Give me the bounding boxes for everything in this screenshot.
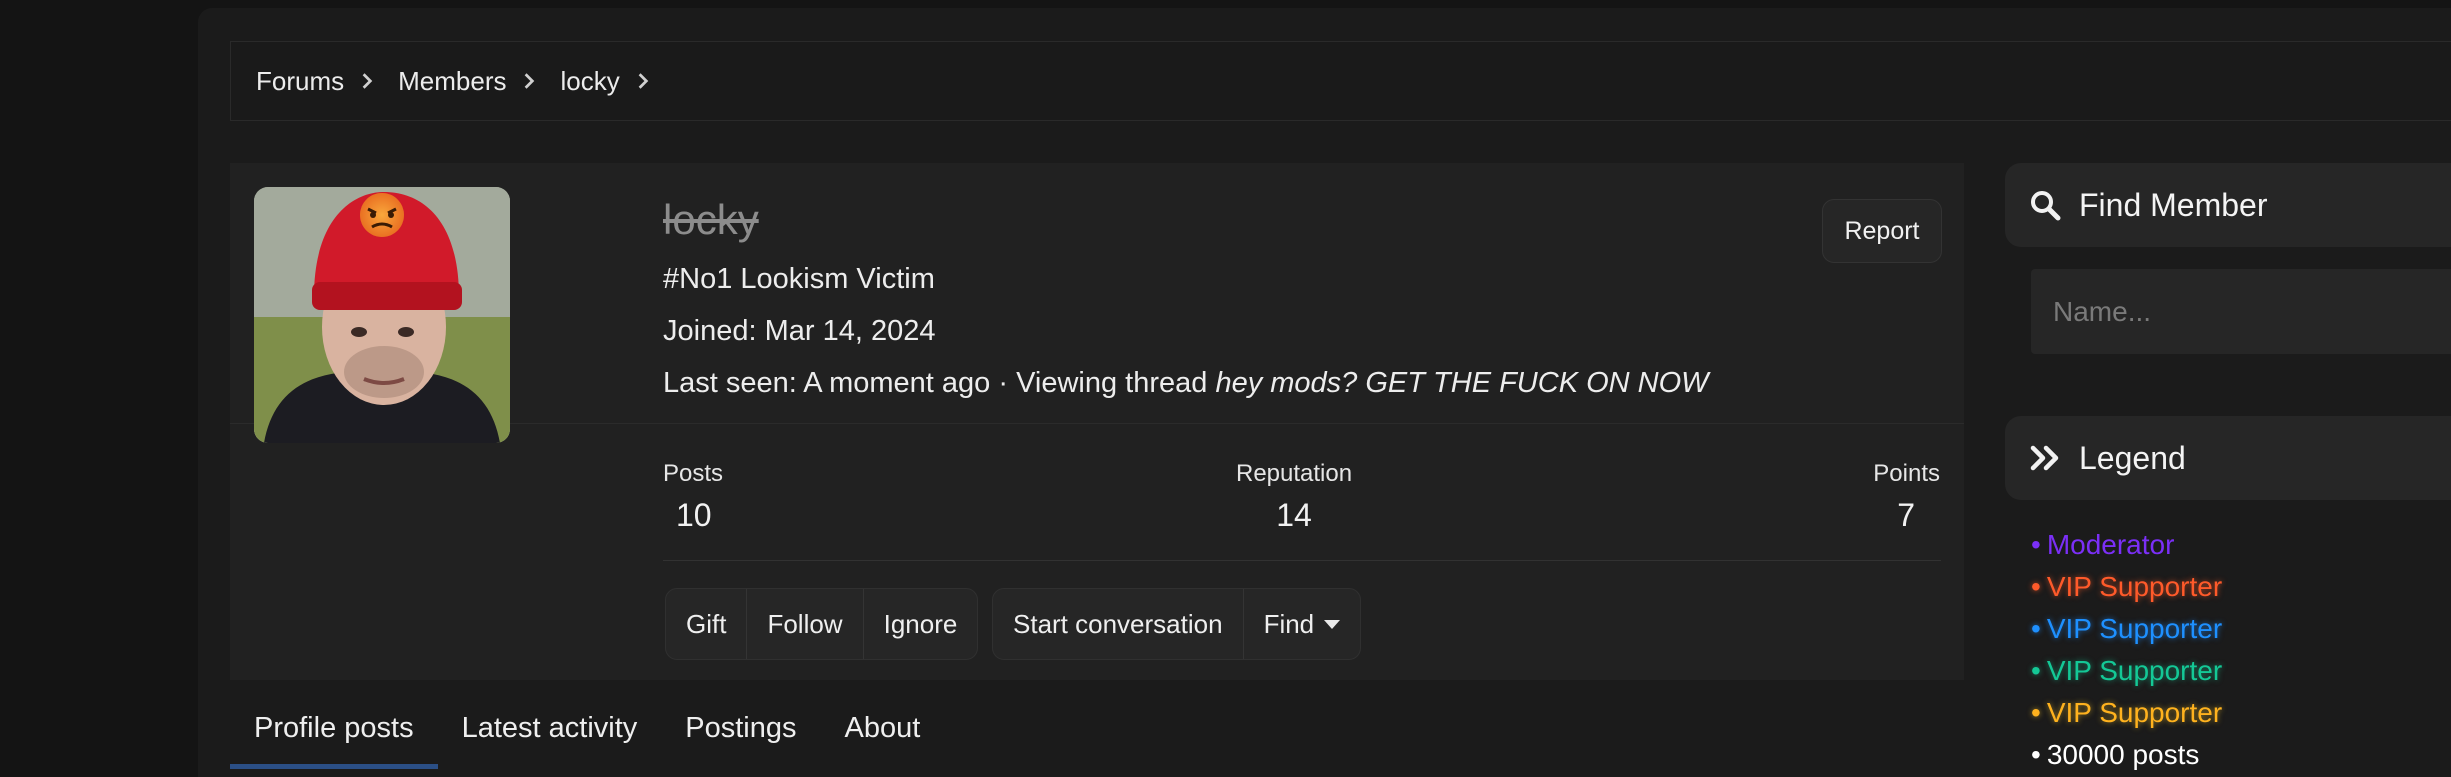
tab-latest-activity[interactable]: Latest activity xyxy=(438,680,662,777)
breadcrumb-item-forums[interactable]: Forums xyxy=(256,66,398,97)
last-seen-text: A moment ago · Viewing thread xyxy=(803,367,1208,399)
stat-label: Reputation xyxy=(1236,460,1353,487)
user-title: #No1 Lookism Victim xyxy=(663,263,935,295)
avatar[interactable] xyxy=(254,187,510,443)
legend-label: VIP Supporter xyxy=(2046,571,2223,602)
tab-about[interactable]: About xyxy=(821,680,945,777)
legend-list: • Moderator • VIP Supporter • VIP Supporter… xyxy=(2031,524,2222,776)
chevron-right-icon xyxy=(522,72,546,90)
stat-value: 14 xyxy=(1276,497,1312,533)
caret-down-icon xyxy=(1324,619,1341,629)
joined-info: Joined: Mar 14, 2024 xyxy=(663,315,935,348)
stat-value[interactable]: 7 xyxy=(1873,497,1940,534)
legend-label: Moderator xyxy=(2046,529,2175,560)
breadcrumb-item-user[interactable]: locky xyxy=(560,66,673,97)
bullet-icon: • xyxy=(2031,655,2041,686)
username: locky xyxy=(663,196,759,243)
viewing-thread-link[interactable]: hey mods? GET THE FUCK ON NOW xyxy=(1215,367,1708,399)
tab-profile-posts[interactable]: Profile posts xyxy=(230,680,438,777)
legend-item-vip-red: • VIP Supporter xyxy=(2031,566,2222,608)
avatar-image xyxy=(254,187,510,443)
stat-label: Points xyxy=(1873,460,1940,487)
legend-item-30000-posts: • 30000 posts xyxy=(2031,734,2222,776)
ignore-button[interactable]: Ignore xyxy=(864,589,978,659)
chevron-right-icon xyxy=(636,72,660,90)
legend-header: Legend xyxy=(2005,416,2451,500)
stat-value[interactable]: 10 xyxy=(663,497,723,534)
stat-label: Posts xyxy=(663,460,724,487)
profile-header: locky Report #No1 Lookism Victim Joined:… xyxy=(230,163,1964,769)
stat-reputation: Reputation 14 xyxy=(1236,460,1352,534)
breadcrumb-item-members[interactable]: Members xyxy=(398,66,560,97)
joined-date: Mar 14, 2024 xyxy=(764,315,936,347)
find-member-title: Find Member xyxy=(2079,186,2268,223)
bullet-icon: • xyxy=(2031,697,2041,728)
stat-posts[interactable]: Posts 10 xyxy=(663,460,723,534)
breadcrumb-label[interactable]: locky xyxy=(560,66,619,97)
legend-item-moderator: • Moderator xyxy=(2031,524,2222,566)
breadcrumb-label[interactable]: Members xyxy=(398,66,506,97)
follow-button[interactable]: Follow xyxy=(747,589,864,659)
member-name-input[interactable] xyxy=(2031,269,2451,354)
last-seen-info: Last seen: A moment ago · Viewing thread… xyxy=(663,367,1709,400)
legend-label: VIP Supporter xyxy=(2046,697,2223,728)
legend-title: Legend xyxy=(2079,439,2186,476)
legend-label: VIP Supporter xyxy=(2046,613,2223,644)
legend-label: VIP Supporter xyxy=(2046,655,2223,686)
member-actions-group: Gift Follow Ignore xyxy=(665,588,979,660)
bullet-icon: • xyxy=(2031,613,2041,644)
double-chevron-right-icon xyxy=(2029,441,2063,475)
tab-postings[interactable]: Postings xyxy=(661,680,820,777)
bullet-icon: • xyxy=(2031,529,2041,560)
legend-label: 30000 posts xyxy=(2046,739,2200,770)
search-icon xyxy=(2029,188,2063,222)
legend-item-vip-green: • VIP Supporter xyxy=(2031,650,2222,692)
report-button[interactable]: Report xyxy=(1822,199,1942,263)
member-contact-group: Start conversation Find xyxy=(992,588,1362,660)
legend-item-vip-gold: • VIP Supporter xyxy=(2031,692,2222,734)
profile-tabs: Profile posts Latest activity Postings A… xyxy=(230,680,1964,777)
breadcrumb: Forums Members locky xyxy=(230,41,2451,121)
chevron-right-icon xyxy=(360,72,384,90)
joined-label: Joined: xyxy=(663,315,757,347)
bullet-icon: • xyxy=(2031,739,2041,770)
bullet-icon: • xyxy=(2031,571,2041,602)
gift-button[interactable]: Gift xyxy=(666,589,748,659)
stat-points[interactable]: Points 7 xyxy=(1873,460,1940,534)
last-seen-label: Last seen: xyxy=(663,367,797,399)
find-member-header: Find Member xyxy=(2005,163,2451,247)
find-dropdown-button[interactable]: Find xyxy=(1244,589,1361,659)
find-label: Find xyxy=(1263,608,1315,639)
divider xyxy=(663,560,1941,561)
breadcrumb-label[interactable]: Forums xyxy=(256,66,344,97)
start-conversation-button[interactable]: Start conversation xyxy=(993,589,1244,659)
legend-item-vip-blue: • VIP Supporter xyxy=(2031,608,2222,650)
